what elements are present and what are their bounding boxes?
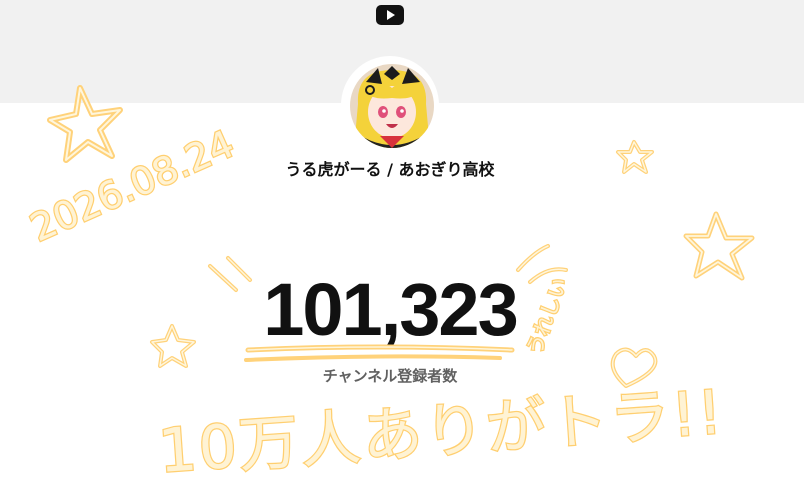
star-doodle-icon	[616, 140, 654, 174]
channel-name[interactable]: うる虎がーる / あおぎり高校	[230, 156, 550, 180]
channel-avatar[interactable]	[350, 64, 434, 148]
subscriber-count-label: チャンネル登録者数	[322, 367, 458, 385]
heart-doodle-icon	[610, 347, 658, 388]
channel-name-text: うる虎がーる / あおぎり高校	[285, 160, 495, 179]
handwritten-thanks: 10万人ありがトラ!!	[156, 378, 726, 487]
subscriber-count: 101,323	[263, 268, 519, 351]
youtube-logo-icon[interactable]	[376, 5, 404, 25]
star-doodle-icon	[150, 324, 196, 368]
handwritten-date: 2026.08.24	[24, 122, 241, 251]
star-doodle-icon	[683, 211, 755, 281]
